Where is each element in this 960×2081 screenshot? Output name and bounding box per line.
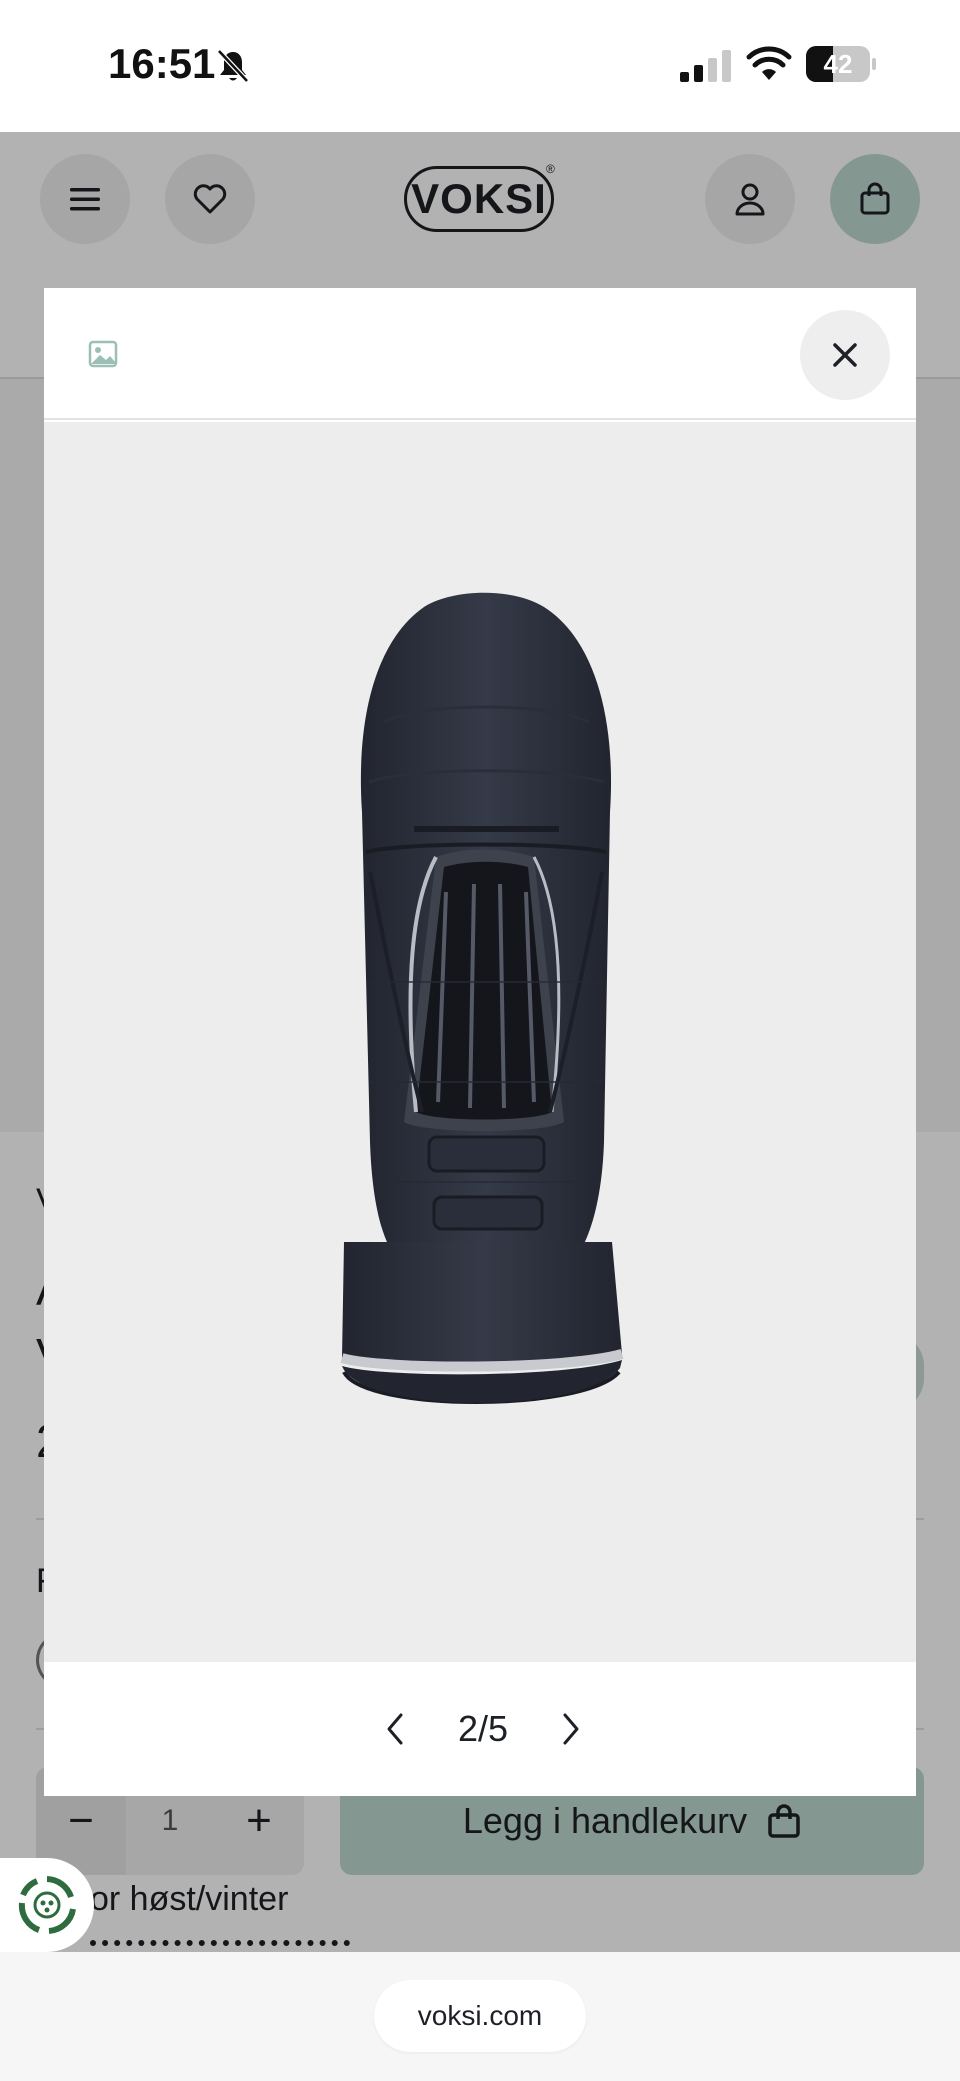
image-icon <box>88 340 118 368</box>
next-image-button[interactable] <box>546 1704 596 1754</box>
wifi-icon <box>746 46 792 80</box>
close-modal-button[interactable] <box>800 310 890 400</box>
product-image-viewer[interactable] <box>44 422 916 1662</box>
battery-icon: 42 <box>806 46 876 82</box>
recycle-icon <box>18 1876 76 1934</box>
bell-muted-icon <box>217 49 249 83</box>
image-gallery-modal: 2/5 <box>44 288 916 1796</box>
modal-header <box>44 288 916 420</box>
previous-image-button[interactable] <box>370 1704 420 1754</box>
eco-badge[interactable] <box>0 1858 94 1952</box>
battery-level: 42 <box>823 49 853 79</box>
status-time: 16:51 <box>108 40 216 87</box>
chevron-left-icon <box>387 1713 403 1745</box>
url-bar[interactable]: voksi.com <box>374 1980 586 2052</box>
gallery-navigation: 2/5 <box>44 1662 916 1796</box>
image-counter: 2/5 <box>457 1708 509 1749</box>
product-image-footmuff <box>340 592 624 1404</box>
status-bar: 16:51 42 <box>0 0 960 132</box>
close-icon <box>833 343 857 367</box>
cellular-signal-icon <box>680 50 731 82</box>
browser-bottom-bar: voksi.com <box>0 1952 960 2081</box>
chevron-right-icon <box>563 1713 579 1745</box>
